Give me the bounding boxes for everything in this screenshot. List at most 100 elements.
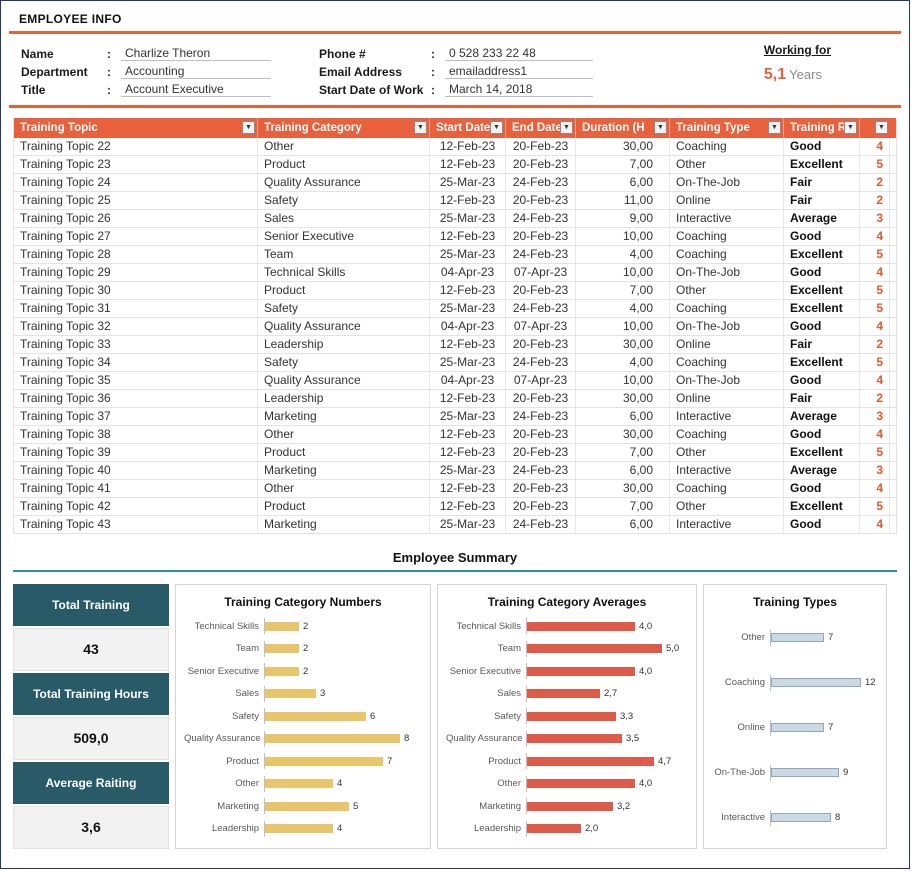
table-cell[interactable]: 5 — [860, 354, 890, 371]
table-cell[interactable]: Other — [258, 480, 430, 497]
table-cell[interactable]: 3 — [860, 462, 890, 479]
filter-dropdown-icon[interactable]: ▼ — [875, 121, 888, 134]
table-cell[interactable]: Other — [670, 282, 784, 299]
table-cell[interactable]: 24-Feb-23 — [506, 210, 576, 227]
table-cell[interactable]: 07-Apr-23 — [506, 372, 576, 389]
info-field-value[interactable]: Charlize Theron — [121, 46, 271, 61]
table-cell[interactable]: 12-Feb-23 — [430, 156, 506, 173]
table-cell[interactable]: Interactive — [670, 462, 784, 479]
table-cell[interactable]: 4 — [860, 516, 890, 533]
table-cell[interactable]: On-The-Job — [670, 372, 784, 389]
table-cell[interactable]: Training Topic 31 — [14, 300, 258, 317]
table-cell[interactable]: 12-Feb-23 — [430, 498, 506, 515]
info-field-value[interactable]: emailaddress1 — [445, 64, 593, 79]
table-cell[interactable]: 4 — [860, 138, 890, 155]
table-cell[interactable]: Online — [670, 390, 784, 407]
table-cell[interactable]: 24-Feb-23 — [506, 462, 576, 479]
table-cell[interactable]: Product — [258, 282, 430, 299]
table-cell[interactable]: Training Topic 26 — [14, 210, 258, 227]
table-cell[interactable]: Coaching — [670, 354, 784, 371]
table-cell[interactable]: 4 — [860, 372, 890, 389]
table-cell[interactable]: 3 — [860, 210, 890, 227]
table-cell[interactable]: Fair — [784, 336, 860, 353]
table-cell[interactable]: 7,00 — [576, 156, 670, 173]
table-cell[interactable]: Excellent — [784, 246, 860, 263]
table-cell[interactable]: 30,00 — [576, 390, 670, 407]
table-cell[interactable]: Excellent — [784, 300, 860, 317]
table-cell[interactable]: 12-Feb-23 — [430, 444, 506, 461]
table-cell[interactable]: 20-Feb-23 — [506, 444, 576, 461]
table-cell[interactable]: Good — [784, 372, 860, 389]
table-cell[interactable]: 4 — [860, 426, 890, 443]
table-cell[interactable]: Other — [670, 498, 784, 515]
table-cell[interactable]: Safety — [258, 300, 430, 317]
table-cell[interactable]: Coaching — [670, 138, 784, 155]
table-cell[interactable]: Other — [670, 444, 784, 461]
table-cell[interactable]: 4,00 — [576, 246, 670, 263]
info-field-value[interactable]: Accounting — [121, 64, 271, 79]
table-cell[interactable]: 20-Feb-23 — [506, 192, 576, 209]
table-cell[interactable]: 9,00 — [576, 210, 670, 227]
table-cell[interactable]: 5 — [860, 156, 890, 173]
table-cell[interactable]: 30,00 — [576, 336, 670, 353]
table-cell[interactable]: 4 — [860, 264, 890, 281]
table-cell[interactable]: 24-Feb-23 — [506, 516, 576, 533]
table-cell[interactable]: Good — [784, 228, 860, 245]
table-cell[interactable]: Training Topic 41 — [14, 480, 258, 497]
table-cell[interactable]: Interactive — [670, 516, 784, 533]
table-cell[interactable]: Leadership — [258, 390, 430, 407]
table-cell[interactable]: Good — [784, 480, 860, 497]
table-cell[interactable]: Training Topic 25 — [14, 192, 258, 209]
table-cell[interactable]: 25-Mar-23 — [430, 354, 506, 371]
table-cell[interactable]: Safety — [258, 354, 430, 371]
table-cell[interactable]: 25-Mar-23 — [430, 174, 506, 191]
table-cell[interactable]: Safety — [258, 192, 430, 209]
table-cell[interactable]: Excellent — [784, 444, 860, 461]
table-cell[interactable]: 25-Mar-23 — [430, 246, 506, 263]
table-cell[interactable]: Average — [784, 462, 860, 479]
table-cell[interactable]: 12-Feb-23 — [430, 426, 506, 443]
table-cell[interactable]: 12-Feb-23 — [430, 228, 506, 245]
table-cell[interactable]: 24-Feb-23 — [506, 246, 576, 263]
table-cell[interactable]: Product — [258, 156, 430, 173]
table-cell[interactable]: 4 — [860, 228, 890, 245]
table-cell[interactable]: 7,00 — [576, 444, 670, 461]
table-cell[interactable]: 07-Apr-23 — [506, 318, 576, 335]
table-cell[interactable]: 6,00 — [576, 174, 670, 191]
table-cell[interactable]: 04-Apr-23 — [430, 264, 506, 281]
table-cell[interactable]: Coaching — [670, 300, 784, 317]
table-cell[interactable]: 5 — [860, 498, 890, 515]
table-cell[interactable]: 7,00 — [576, 498, 670, 515]
table-cell[interactable]: 24-Feb-23 — [506, 174, 576, 191]
table-cell[interactable]: 30,00 — [576, 138, 670, 155]
table-cell[interactable]: 24-Feb-23 — [506, 300, 576, 317]
table-cell[interactable]: Fair — [784, 390, 860, 407]
table-cell[interactable]: 10,00 — [576, 318, 670, 335]
table-cell[interactable]: Average — [784, 408, 860, 425]
filter-dropdown-icon[interactable]: ▼ — [490, 121, 503, 134]
table-cell[interactable]: 12-Feb-23 — [430, 282, 506, 299]
table-cell[interactable]: Marketing — [258, 462, 430, 479]
table-cell[interactable]: Other — [258, 426, 430, 443]
table-cell[interactable]: Online — [670, 336, 784, 353]
table-cell[interactable]: 25-Mar-23 — [430, 408, 506, 425]
table-cell[interactable]: 2 — [860, 174, 890, 191]
info-field-value[interactable]: March 14, 2018 — [445, 82, 593, 97]
info-field-value[interactable]: Account Executive — [121, 82, 271, 97]
table-cell[interactable]: Quality Assurance — [258, 318, 430, 335]
table-cell[interactable]: Good — [784, 426, 860, 443]
table-cell[interactable]: Training Topic 22 — [14, 138, 258, 155]
table-cell[interactable]: On-The-Job — [670, 174, 784, 191]
table-cell[interactable]: 12-Feb-23 — [430, 480, 506, 497]
table-cell[interactable]: Marketing — [258, 408, 430, 425]
table-cell[interactable]: 3 — [860, 408, 890, 425]
table-cell[interactable]: Training Topic 38 — [14, 426, 258, 443]
table-cell[interactable]: Quality Assurance — [258, 372, 430, 389]
table-cell[interactable]: Training Topic 40 — [14, 462, 258, 479]
table-cell[interactable]: Excellent — [784, 354, 860, 371]
filter-dropdown-icon[interactable]: ▼ — [844, 121, 857, 134]
table-cell[interactable]: Technical Skills — [258, 264, 430, 281]
table-cell[interactable]: On-The-Job — [670, 264, 784, 281]
table-cell[interactable]: Fair — [784, 174, 860, 191]
table-cell[interactable]: Excellent — [784, 156, 860, 173]
